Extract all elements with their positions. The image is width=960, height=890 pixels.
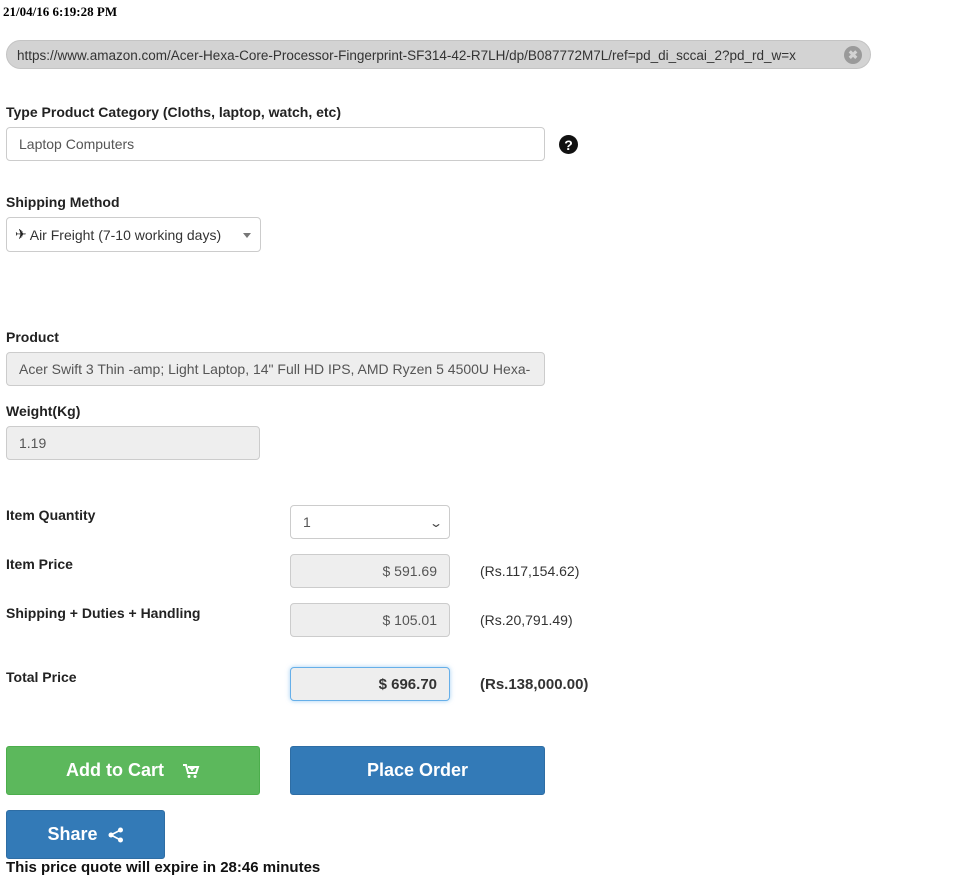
shipping-cost-label: Shipping + Duties + Handling	[6, 605, 201, 621]
category-label: Type Product Category (Cloths, laptop, w…	[6, 104, 341, 120]
product-value: Acer Swift 3 Thin -amp; Light Laptop, 14…	[19, 361, 531, 377]
item-price-field: $ 591.69	[290, 554, 450, 588]
item-price-lkr: (Rs.117,154.62)	[480, 563, 580, 579]
url-text: https://www.amazon.com/Acer-Hexa-Core-Pr…	[17, 48, 796, 63]
share-icon	[108, 827, 124, 843]
item-price-label: Item Price	[6, 556, 73, 572]
clear-icon[interactable]: ✖	[844, 46, 862, 64]
shipping-cost-lkr: (Rs.20,791.49)	[480, 612, 573, 628]
total-price-label: Total Price	[6, 669, 77, 685]
add-to-cart-label: Add to Cart	[66, 760, 164, 780]
url-input[interactable]: https://www.amazon.com/Acer-Hexa-Core-Pr…	[6, 40, 871, 69]
add-to-cart-button[interactable]: Add to Cart	[6, 746, 260, 795]
chevron-down-icon: ⌄	[428, 516, 444, 530]
shipping-method-select[interactable]: ✈ Air Freight (7-10 working days)	[6, 217, 261, 252]
weight-field: 1.19	[6, 426, 260, 460]
total-price-field: $ 696.70	[290, 667, 450, 701]
shipping-cost-usd: $ 105.01	[382, 612, 438, 628]
caret-down-icon	[243, 233, 251, 238]
place-order-button[interactable]: Place Order	[290, 746, 545, 795]
weight-value: 1.19	[19, 435, 47, 451]
category-input[interactable]: Laptop Computers	[6, 127, 545, 161]
expiry-notice: This price quote will expire in 28:46 mi…	[6, 859, 321, 876]
share-label: Share	[47, 824, 98, 844]
share-button[interactable]: Share	[6, 810, 165, 859]
item-price-usd: $ 591.69	[382, 563, 438, 579]
quantity-select[interactable]: 1 ⌄	[290, 505, 450, 539]
shipping-cost-field: $ 105.01	[290, 603, 450, 637]
total-price-usd: $ 696.70	[378, 675, 437, 693]
product-field: Acer Swift 3 Thin -amp; Light Laptop, 14…	[6, 352, 545, 386]
place-order-label: Place Order	[366, 760, 469, 780]
quantity-value: 1	[303, 514, 311, 530]
total-price-lkr: (Rs.138,000.00)	[480, 676, 589, 693]
shipping-method-label: Shipping Method	[6, 194, 120, 210]
timestamp: 21/04/16 6:19:28 PM	[3, 4, 118, 19]
category-value: Laptop Computers	[19, 136, 135, 152]
shipping-method-value: Air Freight (7-10 working days)	[29, 226, 222, 243]
quantity-label: Item Quantity	[6, 507, 96, 523]
product-label: Product	[6, 329, 59, 345]
weight-label: Weight(Kg)	[6, 403, 81, 419]
help-icon[interactable]: ?	[559, 135, 578, 154]
plane-icon: ✈	[15, 226, 27, 242]
cart-plus-icon	[182, 763, 200, 779]
